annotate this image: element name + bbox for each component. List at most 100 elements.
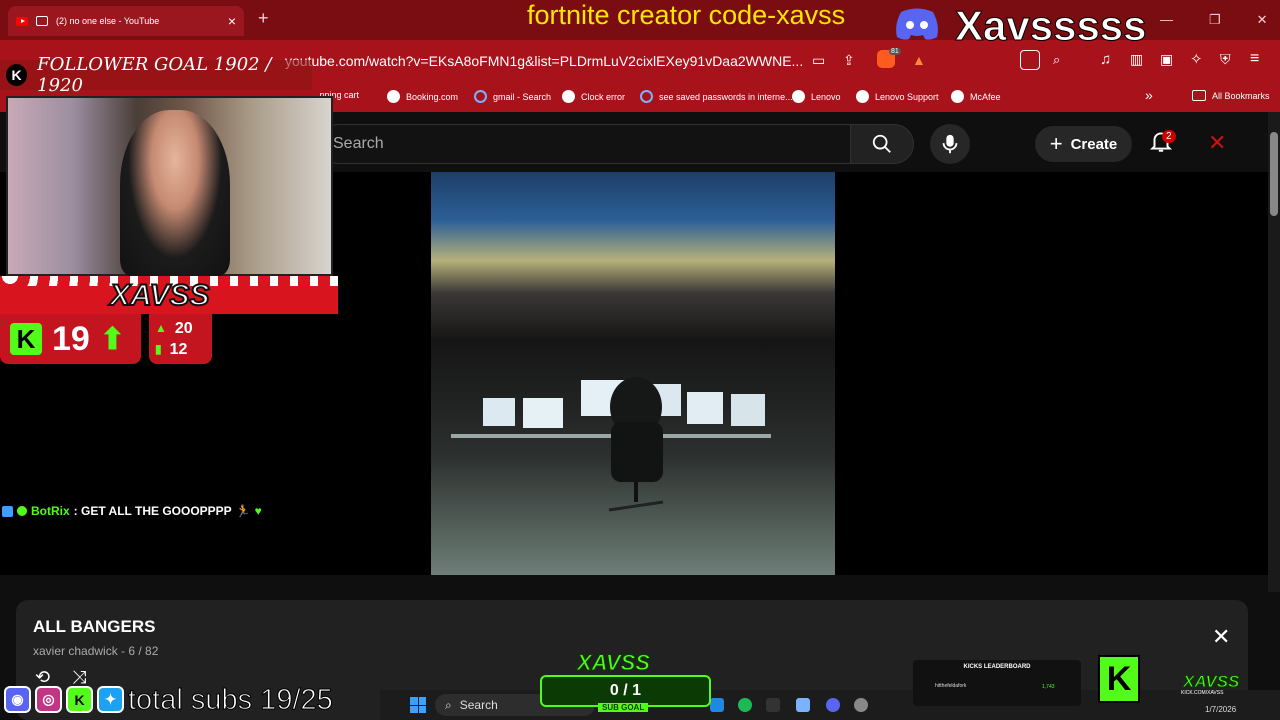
kick-brand-icon: K bbox=[1098, 655, 1140, 703]
extensions-icon[interactable] bbox=[1020, 50, 1040, 70]
stat-bottom-value: 12 bbox=[169, 341, 188, 358]
plus-icon: + bbox=[1049, 131, 1063, 156]
search-button[interactable] bbox=[850, 124, 914, 164]
vpn-icon[interactable]: ⛨ bbox=[1220, 51, 1231, 68]
search-icon bbox=[872, 134, 891, 153]
close-icon[interactable]: ✕ bbox=[1208, 130, 1226, 156]
chat-message: BotRix : GET ALL THE GOOOPPPP 🏃 ♥ bbox=[2, 504, 262, 518]
windows-start-icon[interactable] bbox=[410, 697, 426, 713]
twitter-icon: ✦ bbox=[97, 686, 124, 713]
close-tab-icon[interactable]: × bbox=[228, 13, 236, 29]
total-subs-text: total subs 19/25 bbox=[128, 684, 334, 717]
follower-goal-overlay: K FOLLOWER GOAL 1902 / 1920 bbox=[0, 54, 312, 96]
browser-tab[interactable]: (2) no one else - YouTube × bbox=[8, 6, 244, 36]
close-playlist-icon[interactable]: ✕ bbox=[1212, 624, 1230, 650]
subgoal-label: SUB GOAL bbox=[598, 703, 649, 712]
bookmark-label: McAfee bbox=[970, 91, 1001, 102]
bookmark-label: Booking.com bbox=[406, 91, 459, 102]
scrollbar-thumb[interactable] bbox=[1270, 132, 1278, 216]
up-arrow-icon: ⬆ bbox=[99, 322, 125, 356]
heart-icon: ♥ bbox=[254, 504, 262, 518]
voice-search-button[interactable] bbox=[930, 124, 970, 164]
bookmark-gmail-search[interactable]: gmail - Search bbox=[474, 90, 551, 103]
bookmark-lenovo-support[interactable]: Lenovo Support bbox=[856, 90, 939, 103]
playlist-title[interactable]: ALL BANGERS bbox=[33, 617, 155, 637]
brave-rewards-icon[interactable]: ▲ bbox=[912, 52, 926, 68]
taskbar-search-label: Search bbox=[459, 698, 498, 712]
instagram-icon: ◎ bbox=[35, 686, 62, 713]
all-bookmarks[interactable]: All Bookmarks bbox=[1192, 90, 1270, 101]
all-bookmarks-label: All Bookmarks bbox=[1212, 90, 1270, 101]
kick-channel-url: KICK.COM/XAVSS bbox=[1181, 690, 1224, 696]
brave-badge: 81 bbox=[889, 48, 901, 55]
spotify-icon[interactable] bbox=[738, 698, 752, 712]
playlist-subtitle: xavier chadwick - 6 / 82 bbox=[33, 644, 159, 658]
discord-social-icon: ◉ bbox=[4, 686, 31, 713]
window-close-icon[interactable]: ✕ bbox=[1257, 12, 1268, 28]
edge-icon[interactable] bbox=[710, 698, 724, 712]
more-bookmarks-icon[interactable]: » bbox=[1145, 87, 1153, 103]
bookmark-label: see saved passwords in interne... bbox=[659, 91, 793, 102]
netflix-icon[interactable] bbox=[766, 698, 780, 712]
stream-title-overlay: fortnite creator code-xavss bbox=[527, 0, 846, 30]
bookmark-saved-passwords[interactable]: see saved passwords in interne... bbox=[640, 90, 793, 103]
bookmark-booking[interactable]: Booking.com bbox=[387, 90, 458, 103]
brand-overlay: Xavsssss bbox=[955, 2, 1148, 50]
new-tab-icon[interactable]: + bbox=[258, 8, 269, 29]
stats-box: ▲ 20 ▮ 12 bbox=[149, 314, 212, 364]
taskbar-date: 1/7/2026 bbox=[1205, 705, 1237, 714]
search-input[interactable]: Search bbox=[318, 124, 850, 164]
settings-icon[interactable] bbox=[854, 698, 868, 712]
discord-icon bbox=[896, 8, 938, 40]
video-thumbnail-art bbox=[431, 172, 835, 575]
music-icon[interactable]: ♫ bbox=[1100, 51, 1111, 68]
stat-top-value: 20 bbox=[174, 320, 193, 337]
bar-chart-icon: ▮ bbox=[155, 342, 162, 356]
leo-ai-icon[interactable]: ✧ bbox=[1190, 50, 1203, 68]
bookmark-label: Lenovo bbox=[811, 91, 841, 102]
chat-text: : GET ALL THE GOOOPPPP bbox=[73, 504, 232, 518]
bookmark-lenovo[interactable]: Lenovo bbox=[792, 90, 841, 103]
subgoal-value: 0 / 1 bbox=[609, 682, 642, 699]
streamer-figure bbox=[120, 110, 230, 276]
microphone-icon bbox=[942, 134, 958, 154]
discord-taskbar-icon[interactable] bbox=[826, 698, 840, 712]
kick-follower-count: 19 bbox=[52, 319, 90, 358]
bookmark-mcafee[interactable]: McAfee bbox=[951, 90, 1001, 103]
url-field[interactable]: youtube.com/watch?v=EKsA8oFMN1g&list=PLD… bbox=[285, 53, 803, 69]
globe-icon bbox=[562, 90, 575, 103]
kick-follower-counter: K 19 ⬆ bbox=[0, 314, 141, 364]
minimize-icon[interactable]: — bbox=[1160, 12, 1173, 28]
youtube-icon bbox=[16, 16, 28, 26]
bookmark-clock-error[interactable]: Clock error bbox=[562, 90, 625, 103]
verified-icon bbox=[17, 506, 27, 516]
wallet-icon[interactable]: ▣ bbox=[1160, 51, 1173, 68]
shuffle-icon[interactable]: ⤨ bbox=[72, 667, 86, 688]
kick-channel-name: XAVSS bbox=[1182, 672, 1240, 692]
restore-icon[interactable]: ❐ bbox=[1209, 12, 1221, 28]
window-controls: — ❐ ✕ bbox=[1160, 12, 1268, 28]
leaderboard-title: KICKS LEADERBOARD bbox=[963, 664, 1031, 670]
notification-badge: 2 bbox=[1162, 130, 1176, 143]
cast-icon[interactable]: ▭ bbox=[812, 52, 825, 69]
bookmark-label: Lenovo Support bbox=[875, 91, 939, 102]
find-icon[interactable]: ⌕ bbox=[1053, 52, 1060, 68]
globe-icon bbox=[387, 90, 400, 103]
person-icon: ▲ bbox=[155, 321, 167, 335]
loop-icon[interactable]: ⟲ bbox=[35, 667, 50, 688]
sidebar-icon[interactable]: ▥ bbox=[1130, 51, 1143, 68]
leaderboard-value: 1,743 bbox=[1042, 684, 1055, 690]
globe-icon bbox=[792, 90, 805, 103]
search-placeholder: Search bbox=[333, 135, 384, 152]
kick-logo-icon: K bbox=[10, 323, 42, 355]
tab-title: (2) no one else - YouTube bbox=[56, 16, 160, 26]
explorer-icon[interactable] bbox=[796, 698, 810, 712]
follower-goal-text: FOLLOWER GOAL 1902 / 1920 bbox=[37, 54, 272, 96]
menu-icon[interactable]: ≡ bbox=[1250, 50, 1259, 68]
create-button[interactable]: + Create bbox=[1035, 126, 1132, 162]
computer-room-illustration bbox=[451, 377, 771, 512]
globe-icon bbox=[951, 90, 964, 103]
streamer-name: XAVSS bbox=[109, 278, 210, 313]
create-label: Create bbox=[1070, 135, 1118, 153]
share-icon[interactable]: ⇪ bbox=[843, 52, 855, 69]
